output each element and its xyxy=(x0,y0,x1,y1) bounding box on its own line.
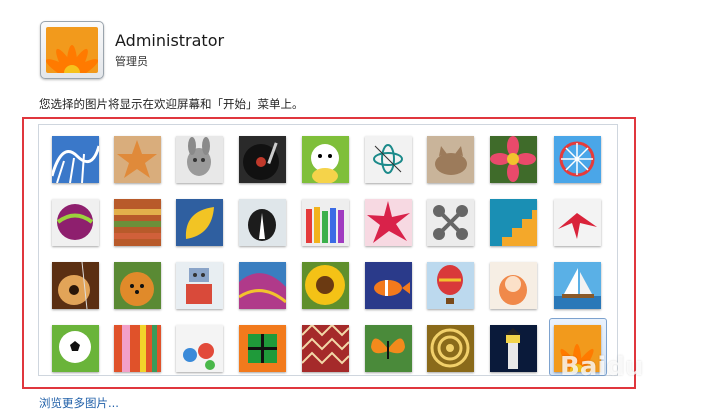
picture-hint-text: 您选择的图片将显示在欢迎屏幕和「开始」菜单上。 xyxy=(39,97,304,111)
lucky-cat-picture[interactable] xyxy=(302,136,349,183)
baidu-watermark: Baidu xyxy=(560,352,644,382)
stairs-picture[interactable] xyxy=(490,199,537,246)
gyroscope-picture[interactable] xyxy=(365,136,412,183)
paper-crane-picture[interactable] xyxy=(554,199,601,246)
doll-picture[interactable] xyxy=(490,262,537,309)
browse-more-pictures-link[interactable]: 浏览更多图片... xyxy=(39,395,119,411)
spiral-picture[interactable] xyxy=(427,325,474,372)
green-window-picture[interactable] xyxy=(239,325,286,372)
ball-picture[interactable] xyxy=(52,199,99,246)
dog-picture[interactable] xyxy=(239,199,286,246)
marbles-picture[interactable] xyxy=(176,325,223,372)
guitar-picture[interactable] xyxy=(52,262,99,309)
scarf-picture[interactable] xyxy=(239,262,286,309)
user-role: 管理员 xyxy=(115,55,148,68)
soccer-ball-picture[interactable] xyxy=(52,325,99,372)
clownfish-picture[interactable] xyxy=(365,262,412,309)
ferris-wheel-picture[interactable] xyxy=(554,136,601,183)
jacks-picture[interactable] xyxy=(427,199,474,246)
yellow-leaf-picture[interactable] xyxy=(176,199,223,246)
butterfly-picture[interactable] xyxy=(365,325,412,372)
hot-air-balloon-picture[interactable] xyxy=(427,262,474,309)
starfish-picture[interactable] xyxy=(114,136,161,183)
robot-rabbit-picture[interactable] xyxy=(176,136,223,183)
sunflower-picture[interactable] xyxy=(302,262,349,309)
roller-coaster-picture[interactable] xyxy=(52,136,99,183)
red-star-picture[interactable] xyxy=(365,199,412,246)
crayons-picture[interactable] xyxy=(302,199,349,246)
orange-flower-avatar-icon xyxy=(46,27,98,73)
pattern-picture[interactable] xyxy=(302,325,349,372)
record-player-picture[interactable] xyxy=(239,136,286,183)
fabric-picture[interactable] xyxy=(114,325,161,372)
toy-robot-picture[interactable] xyxy=(176,262,223,309)
user-name: Administrator xyxy=(115,31,225,50)
sailboat-picture[interactable] xyxy=(554,262,601,309)
kitten-picture[interactable] xyxy=(427,136,474,183)
user-avatar xyxy=(40,21,104,79)
pomeranian-picture[interactable] xyxy=(114,262,161,309)
pink-flower-picture[interactable] xyxy=(490,136,537,183)
lighthouse-picture[interactable] xyxy=(490,325,537,372)
yarn-picture[interactable] xyxy=(114,199,161,246)
